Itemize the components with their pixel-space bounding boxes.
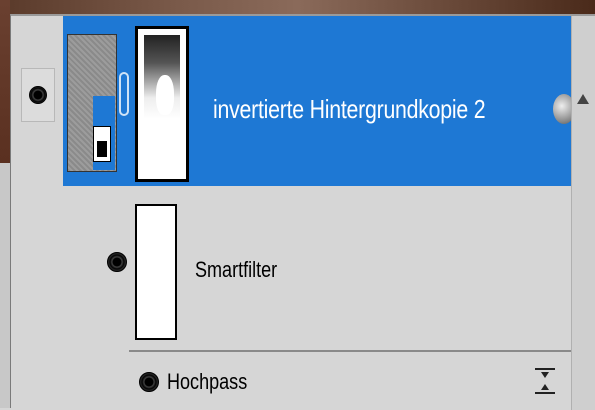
layers-panel: invertierte Hintergrundkopie 2 Smartfilt… — [10, 14, 595, 410]
blending-options-icon[interactable] — [535, 368, 555, 396]
panel-scrollbar[interactable] — [571, 16, 595, 410]
background-photo-strip — [0, 0, 595, 14]
smartfilter-eye-icon[interactable] — [107, 252, 127, 272]
chain-link-icon[interactable] — [119, 72, 129, 116]
filter-divider — [129, 350, 571, 352]
blend-arrow-up — [541, 384, 549, 390]
smart-object-badge-icon — [93, 126, 111, 162]
blend-bar-bottom — [535, 392, 555, 394]
layer-row-selected[interactable]: invertierte Hintergrundkopie 2 — [63, 16, 575, 186]
layer-name[interactable]: invertierte Hintergrundkopie 2 — [213, 94, 486, 125]
background-photo-edge — [0, 0, 10, 408]
blend-arrow-down — [541, 372, 549, 378]
filter-item-hochpass[interactable]: Hochpass — [167, 369, 247, 395]
smartfilter-mask-thumbnail[interactable] — [135, 204, 177, 340]
blend-bar-top — [535, 368, 555, 370]
mask-face-shape — [156, 75, 174, 115]
layer-visibility-toggle[interactable] — [21, 68, 55, 122]
hochpass-eye-icon[interactable] — [139, 372, 159, 392]
visibility-column — [11, 16, 63, 410]
mask-gradient — [144, 35, 180, 175]
layer-mask-thumbnail[interactable] — [135, 26, 189, 182]
scroll-up-arrow-icon[interactable] — [577, 94, 589, 104]
eye-icon — [29, 86, 47, 104]
smartfilter-label[interactable]: Smartfilter — [195, 257, 277, 283]
